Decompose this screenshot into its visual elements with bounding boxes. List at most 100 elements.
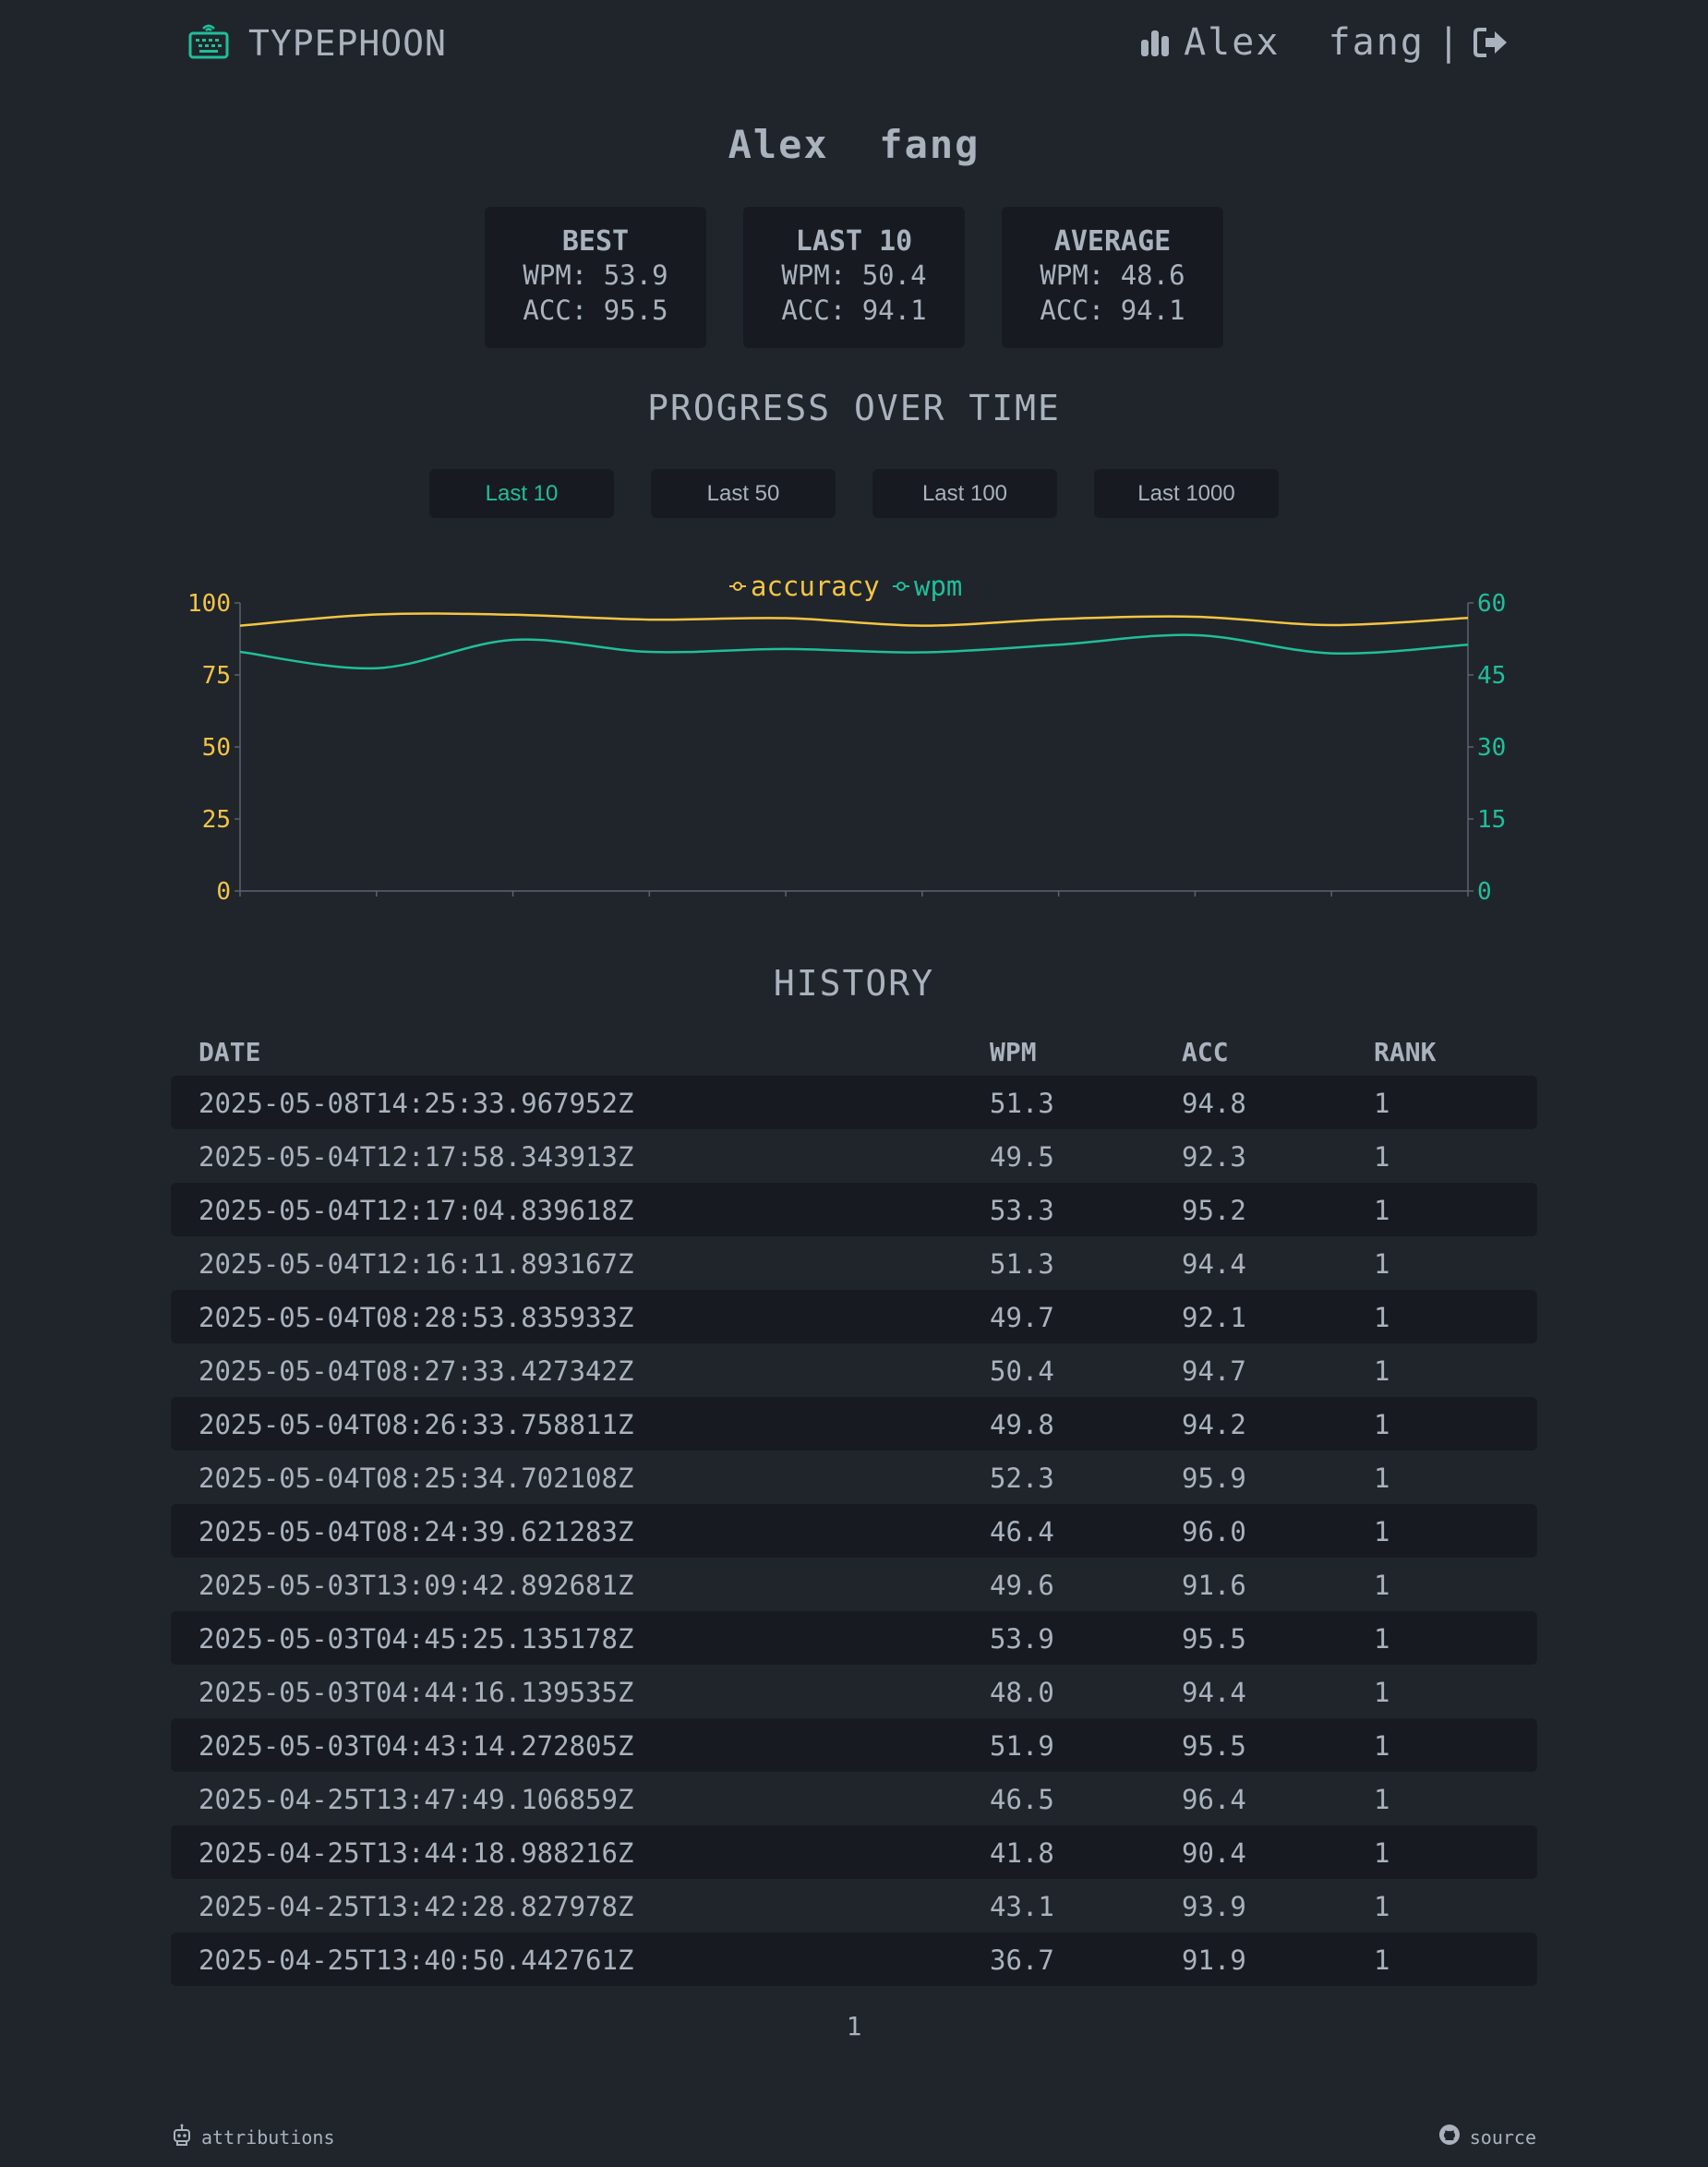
cell-date: 2025-04-25T13:47:49.106859Z [198,1784,634,1815]
cell-acc: 92.3 [1182,1141,1246,1173]
cell-wpm: 49.6 [990,1570,1054,1601]
cell-acc: 95.2 [1182,1195,1246,1226]
cell-date: 2025-04-25T13:40:50.442761Z [198,1944,634,1976]
table-row: 2025-05-04T12:16:11.893167Z 51.3 94.4 1 [171,1236,1537,1290]
cell-wpm: 51.3 [990,1088,1054,1119]
column-header-wpm[interactable]: WPM [990,1037,1037,1067]
progress-chart-svg: 0 25 50 75 100 0 15 30 45 60 accuracy wpm [187,571,1506,906]
y-right-tick-label: 60 [1477,590,1506,618]
cell-rank: 1 [1374,1570,1390,1601]
cell-wpm: 51.3 [990,1248,1054,1280]
attributions-label: attributions [201,2125,335,2149]
cell-rank: 1 [1374,1195,1390,1226]
robot-icon [172,2124,192,2150]
cell-date: 2025-05-04T12:16:11.893167Z [198,1248,634,1280]
progress-chart: 0 25 50 75 100 0 15 30 45 60 accuracy wpm [166,559,1542,914]
cell-rank: 1 [1374,1141,1390,1173]
cell-wpm: 41.8 [990,1837,1054,1869]
cell-date: 2025-05-04T08:26:33.758811Z [198,1409,634,1440]
stat-wpm: WPM: 53.9 [523,259,668,291]
cell-date: 2025-05-04T12:17:58.343913Z [198,1141,634,1173]
bar-chart-icon[interactable] [1139,27,1171,58]
column-header-date[interactable]: DATE [198,1037,260,1067]
cell-rank: 1 [1374,1730,1390,1762]
stat-title: LAST 10 [795,225,913,258]
app-name: TYPEPHOON [248,23,447,64]
y-left-tick-label: 75 [202,662,231,690]
table-row: 2025-05-08T14:25:33.967952Z 51.3 94.8 1 [171,1076,1537,1129]
cell-acc: 94.8 [1182,1088,1246,1119]
series-line-wpm [239,633,1469,670]
stat-acc: ACC: 94.1 [1040,295,1185,326]
cell-wpm: 49.8 [990,1409,1054,1440]
cell-wpm: 43.1 [990,1891,1054,1922]
cell-rank: 1 [1374,1302,1390,1333]
cell-rank: 1 [1374,1355,1390,1387]
cell-acc: 94.4 [1182,1677,1246,1708]
range-button-last-50[interactable]: Last 50 [651,469,836,518]
table-row: 2025-04-25T13:44:18.988216Z 41.8 90.4 1 [171,1825,1537,1879]
user-bar: Alex fang | [1139,17,1510,68]
top-bar: TYPEPHOON Alex fang | [0,0,1708,85]
table-row: 2025-05-04T08:28:53.835933Z 49.7 92.1 1 [171,1290,1537,1343]
cell-date: 2025-05-04T08:28:53.835933Z [198,1302,634,1333]
source-link[interactable]: source [1438,2124,1536,2150]
logout-icon[interactable] [1473,26,1510,59]
table-row: 2025-05-04T08:25:34.702108Z 52.3 95.9 1 [171,1451,1537,1504]
cell-rank: 1 [1374,1409,1390,1440]
table-row: 2025-05-04T08:26:33.758811Z 49.8 94.2 1 [171,1397,1537,1451]
y-left-tick-label: 25 [202,806,231,834]
cell-rank: 1 [1374,1944,1390,1976]
separator: | [1437,21,1460,64]
cell-acc: 94.2 [1182,1409,1246,1440]
stat-title: BEST [561,225,630,258]
cell-rank: 1 [1374,1891,1390,1922]
y-left-tick-label: 100 [187,590,231,618]
cell-date: 2025-04-25T13:44:18.988216Z [198,1837,634,1869]
cell-acc: 91.6 [1182,1570,1246,1601]
source-label: source [1469,2125,1536,2149]
cell-acc: 95.5 [1182,1623,1246,1655]
cell-date: 2025-05-08T14:25:33.967952Z [198,1088,634,1119]
logo[interactable]: TYPEPHOON [187,20,447,66]
cell-rank: 1 [1374,1516,1390,1547]
cell-rank: 1 [1374,1088,1390,1119]
cell-wpm: 51.9 [990,1730,1054,1762]
range-button-last-10[interactable]: Last 10 [429,469,614,518]
legend-label-wpm: wpm [914,571,962,602]
cell-acc: 94.7 [1182,1355,1246,1387]
cell-date: 2025-05-04T12:17:04.839618Z [198,1195,634,1226]
cell-rank: 1 [1374,1463,1390,1494]
attributions-link[interactable]: attributions [172,2124,335,2150]
cell-date: 2025-05-03T04:43:14.272805Z [198,1730,634,1762]
cell-date: 2025-05-04T08:27:33.427342Z [198,1355,634,1387]
github-icon [1438,2124,1461,2150]
cell-acc: 96.0 [1182,1516,1246,1547]
cell-acc: 94.4 [1182,1248,1246,1280]
legend-label-accuracy: accuracy [751,571,880,602]
stat-acc: ACC: 94.1 [781,295,927,326]
cell-date: 2025-05-03T04:45:25.135178Z [198,1623,634,1655]
username-link[interactable]: Alex fang [1184,21,1425,64]
table-header: DATE WPM ACC RANK [171,1029,1537,1076]
column-header-rank[interactable]: RANK [1374,1037,1436,1067]
cell-rank: 1 [1374,1837,1390,1869]
cell-acc: 92.1 [1182,1302,1246,1333]
legend-marker-wpm [896,582,906,591]
column-header-acc[interactable]: ACC [1182,1037,1229,1067]
cell-date: 2025-04-25T13:42:28.827978Z [198,1891,634,1922]
y-right-tick-label: 30 [1477,734,1506,762]
range-button-last-1000[interactable]: Last 1000 [1094,469,1279,518]
profile-name: Alex fang [728,122,980,167]
cell-wpm: 52.3 [990,1463,1054,1494]
cell-wpm: 49.7 [990,1302,1054,1333]
cell-wpm: 53.9 [990,1623,1054,1655]
stat-acc: ACC: 95.5 [523,295,668,326]
cell-wpm: 46.5 [990,1784,1054,1815]
range-button-last-100[interactable]: Last 100 [872,469,1057,518]
legend-marker-accuracy [733,582,742,591]
cell-date: 2025-05-04T08:25:34.702108Z [198,1463,634,1494]
pagination-page[interactable]: 1 [0,2011,1708,2041]
cell-date: 2025-05-03T13:09:42.892681Z [198,1570,634,1601]
cell-rank: 1 [1374,1248,1390,1280]
